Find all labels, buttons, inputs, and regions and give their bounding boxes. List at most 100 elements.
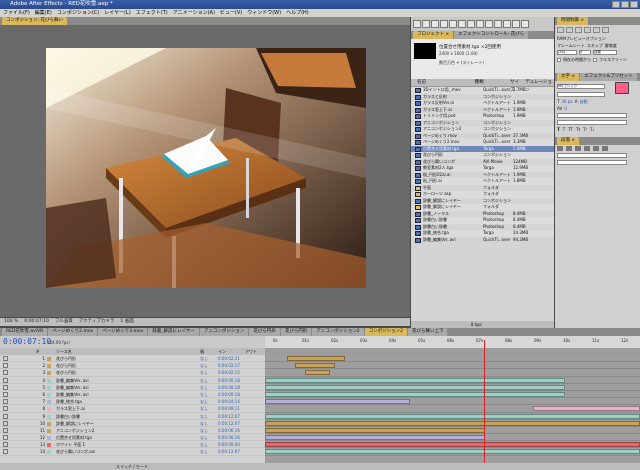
tab-effects-presets[interactable]: エフェクト&プリセット [580,73,637,81]
layer-duration-bar[interactable] [533,406,640,412]
col-type[interactable]: 種類 [469,79,505,86]
menu-item-6[interactable]: ビュー(V) [220,9,242,17]
in-point[interactable]: 0:00:02:15 [218,369,240,376]
puppet-tool-icon[interactable] [521,20,529,28]
label-color[interactable] [47,371,51,376]
in-point[interactable]: 0:00:00:18 [218,377,240,384]
skip-input[interactable]: 0 [579,50,591,55]
timeline-tab[interactable]: ページめくり3.mov [98,328,148,336]
eye-icon[interactable] [3,399,8,405]
layer-duration-bar[interactable] [265,399,410,405]
leading-value[interactable]: 自動 [579,99,587,105]
all-caps-icon[interactable]: TT [568,127,573,132]
align-left-icon[interactable] [557,146,563,151]
layer-row[interactable]: 4 辞書_編集Ver..avi なし 0:00:00:18 [0,377,265,384]
menu-item-4[interactable]: エフェクト(T) [136,9,168,17]
layer-duration-bar[interactable] [287,356,345,361]
layer-duration-bar[interactable] [305,370,330,376]
tracking-value[interactable]: 0 [564,106,567,111]
layer-name[interactable]: 辞書白い辞書 [56,413,126,420]
tab-character[interactable]: 文字 × [557,73,580,81]
timeline-tab[interactable]: 花びら舞い上下 [407,328,448,336]
menu-item-8[interactable]: ヘルプ(H) [286,9,309,17]
layer-name[interactable]: アニコンポジション2 [56,427,126,434]
in-point[interactable]: 0:00:00:18 [218,384,240,391]
tab-effect-controls[interactable]: エフェクトコントロール: 花びら [454,31,529,39]
eye-icon[interactable] [3,406,8,412]
layer-row[interactable]: 8 ガラス窓上下.ai なし 0:00:09:11 [0,405,265,413]
in-point[interactable]: 0:00:02:21 [218,355,240,362]
layer-name[interactable]: 辞書_編集Ver..avi [56,391,126,398]
subscript-icon[interactable]: T₁ [590,127,594,132]
zoom-tool-icon[interactable] [431,20,439,28]
selection-tool-icon[interactable] [413,20,421,28]
minimize-button[interactable] [612,1,620,8]
brush-tool-icon[interactable] [494,20,502,28]
play-icon[interactable] [575,27,582,33]
eye-icon[interactable] [3,391,8,397]
layer-name[interactable]: 辞書_編集Ver..avi [56,377,126,384]
align-right-icon[interactable] [575,146,581,151]
font-style-select[interactable] [557,92,605,97]
label-color[interactable] [47,400,51,405]
layer-name[interactable]: 位置合せ用素材.tga [56,434,126,441]
timeline-tab[interactable]: RED花吹雪.aviVR [2,328,48,336]
eye-icon[interactable] [3,420,8,426]
layer-row[interactable]: 3 花びら円形 なし 0:00:02:15 [0,369,265,377]
superscript-icon[interactable]: T¹ [583,127,587,132]
parent-select[interactable]: なし [200,420,208,427]
tab-composition[interactable]: コンポジション: 花びら舞い [2,17,67,25]
framerate-select[interactable]: (30) [557,50,577,55]
layer-name[interactable]: 花びら円形 [56,355,126,362]
in-point[interactable]: 0:00:00:18 [218,391,240,398]
timeline-tab[interactable]: 辞書_解説にレイヤー [148,328,199,336]
project-item[interactable]: 辞書_編集Ver..avi QuickTi...over 94.2MB [411,237,554,244]
layer-duration-bar[interactable] [265,442,640,448]
bit-depth[interactable]: 8 bpc [471,322,482,327]
parent-select[interactable]: なし [200,441,208,448]
in-point[interactable]: 0:00:09:11 [218,405,240,412]
layer-duration-bar[interactable] [295,363,335,369]
parent-select[interactable]: なし [200,448,208,455]
scale-fields[interactable] [557,113,627,118]
layer-duration-bar[interactable] [265,435,485,441]
layer-name[interactable]: 辞書_編集Ver..avi [56,384,126,391]
parent-select[interactable]: なし [200,384,208,391]
eye-icon[interactable] [3,413,8,419]
work-area-bar[interactable] [265,348,640,355]
menu-item-0[interactable]: ファイル(F) [3,9,30,17]
resolution-select[interactable]: 自動 [593,50,617,55]
indent-fields[interactable] [557,153,627,158]
layer-row[interactable]: 5 辞書_編集Ver..avi なし 0:00:00:18 [0,384,265,391]
eye-icon[interactable] [3,384,8,390]
tab-paragraph[interactable]: 段落 × [557,137,580,145]
layer-name[interactable]: ホワイト 平面 1 [56,441,126,448]
menu-item-7[interactable]: ウィンドウ(W) [247,9,281,17]
layer-row[interactable]: 2 花びら円形 なし 0:00:02:17 [0,362,265,370]
col-out[interactable]: アウト [245,348,257,355]
full-screen-checkbox[interactable] [593,57,597,62]
label-color[interactable] [47,407,51,412]
eye-icon[interactable] [3,435,8,441]
font-size-value[interactable]: 36 px [561,99,572,104]
camera-tool-icon[interactable] [449,20,457,28]
close-button[interactable] [630,1,638,8]
baseline-fields[interactable] [557,120,627,125]
in-point[interactable]: 0:00:06:16 [218,427,240,434]
menu-item-2[interactable]: コンポジション(C) [57,9,99,17]
align-center-icon[interactable] [566,146,572,151]
menu-item-5[interactable]: アニメーション(A) [173,9,215,17]
tab-time-controls[interactable]: 時間制御 × [557,17,589,25]
parent-select[interactable]: なし [200,405,208,412]
label-color[interactable] [47,421,51,426]
menu-item-3[interactable]: レイヤー(L) [104,9,131,17]
current-time-indicator[interactable] [484,340,485,463]
col-name[interactable]: 名前 [411,79,469,86]
font-family-select[interactable]: MSゴシック [557,83,605,89]
timeline-tab[interactable]: アニコンポジション [199,328,249,336]
label-color[interactable] [47,364,51,369]
hand-tool-icon[interactable] [422,20,430,28]
label-color[interactable] [47,392,51,397]
layer-duration-bar[interactable] [265,449,640,455]
view-layout-select[interactable]: 1 画面 [120,318,133,326]
